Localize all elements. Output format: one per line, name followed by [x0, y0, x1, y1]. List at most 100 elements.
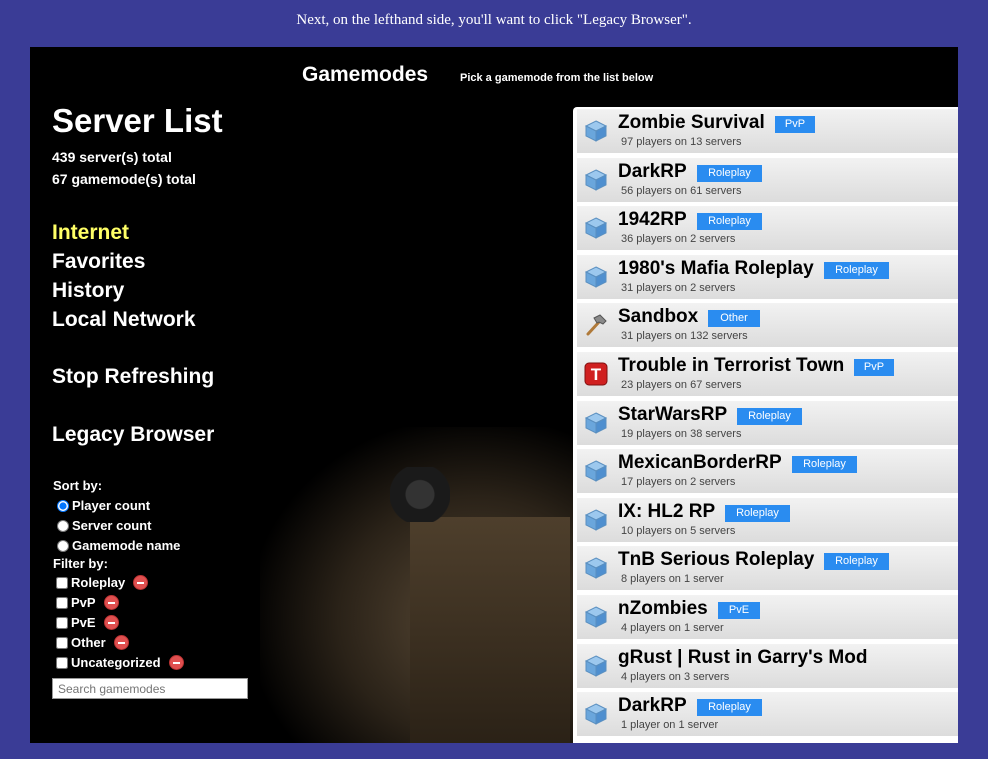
filter-pve-checkbox[interactable] — [56, 616, 68, 629]
gamemodes-total: 67 gamemode(s) total — [52, 171, 196, 187]
filter-pvp[interactable]: PvP — [56, 595, 119, 610]
gamemode-category-badge: Other — [708, 310, 760, 328]
sort-by-label: Sort by: — [53, 478, 103, 493]
legacy-browser-button[interactable]: Legacy Browser — [52, 423, 214, 447]
gamemode-category-badge: PvP — [775, 116, 815, 133]
hammer-icon — [584, 313, 608, 337]
cube-icon — [584, 265, 608, 289]
sort-player-count-radio[interactable] — [57, 499, 69, 512]
gamemode-row[interactable]: Zombie Survival 97 players on 13 servers P… — [577, 109, 958, 153]
gamemode-name: DarkRP — [618, 160, 687, 182]
gamemode-category-badge: Roleplay — [824, 553, 889, 571]
filter-uncategorized-checkbox[interactable] — [56, 656, 68, 669]
gamemodes-title: Gamemodes — [302, 63, 429, 86]
gamemode-player-count: 19 players on 38 servers — [621, 427, 742, 440]
gamemode-player-count: 56 players on 61 servers — [621, 184, 742, 197]
sort-gamemode-name-radio[interactable] — [57, 539, 69, 552]
cube-icon — [584, 168, 608, 192]
sort-server-count-radio[interactable] — [57, 519, 69, 532]
cube-icon — [584, 702, 608, 726]
gamemode-row[interactable]: gRust | Rust in Garry's Mod 4 players on … — [577, 643, 958, 688]
filter-pvp-checkbox[interactable] — [56, 596, 68, 609]
gamemode-name: DarkRP — [618, 695, 687, 717]
gamemode-player-count: 17 players on 2 servers — [621, 476, 736, 489]
cube-icon — [584, 459, 608, 483]
filter-roleplay-checkbox[interactable] — [56, 576, 68, 589]
gamemode-name: gRust | Rust in Garry's Mod — [618, 646, 868, 668]
nav-history[interactable]: History — [52, 279, 124, 303]
gamemode-row[interactable]: DarkRP 1 player on 1 server Roleplay — [577, 692, 958, 737]
gamemode-name: StarWarsRP — [618, 403, 728, 425]
gamemode-name: Zombie Survival — [618, 112, 765, 133]
server-browser-panel: Gamemodes Pick a gamemode from the list … — [30, 47, 958, 743]
gamemode-player-count: 1 player on 1 server — [621, 719, 719, 732]
sort-player-count[interactable]: Player count — [57, 498, 150, 513]
cube-icon — [584, 411, 608, 435]
gamemode-player-count: 97 players on 13 servers — [621, 136, 742, 148]
cube-icon — [584, 605, 608, 629]
exclude-icon[interactable] — [103, 595, 119, 610]
gamemode-player-count: 36 players on 2 servers — [621, 233, 736, 246]
filter-label: PvE — [71, 615, 96, 630]
gamemode-name: 1980's Mafia Roleplay — [618, 257, 814, 279]
gamemode-name: nZombies — [618, 598, 708, 619]
background-camera — [390, 467, 450, 522]
gamemode-row[interactable]: MexicanBorderRP 17 players on 2 servers Ro… — [577, 449, 958, 494]
exclude-icon[interactable] — [113, 635, 129, 650]
sort-option-label: Server count — [72, 518, 152, 533]
gamemode-row[interactable]: IX: HL2 RP 10 players on 5 servers Rolepla… — [577, 497, 958, 542]
servers-total: 439 server(s) total — [52, 149, 172, 165]
gamemode-category-badge: Roleplay — [697, 699, 762, 717]
gamemode-player-count: 10 players on 5 servers — [621, 524, 736, 537]
gamemode-name: MexicanBorderRP — [618, 452, 782, 474]
stop-refreshing-button[interactable]: Stop Refreshing — [52, 365, 214, 389]
filter-by-label: Filter by: — [53, 556, 108, 571]
exclude-icon[interactable] — [133, 575, 149, 590]
search-gamemodes-input[interactable] — [52, 678, 248, 699]
cube-icon — [584, 508, 608, 532]
nav-internet[interactable]: Internet — [52, 221, 129, 245]
cube-icon — [584, 119, 608, 143]
filter-other-checkbox[interactable] — [56, 636, 68, 649]
gamemode-category-badge: Roleplay — [697, 213, 762, 231]
filter-uncategorized[interactable]: Uncategorized — [56, 655, 184, 670]
gamemode-row[interactable]: 1980's Mafia Roleplay 31 players on 2 ser… — [577, 254, 958, 299]
nav-local-network[interactable]: Local Network — [52, 308, 196, 332]
cube-icon — [584, 216, 608, 240]
gamemodes-subtitle: Pick a gamemode from the list below — [460, 72, 654, 84]
filter-pve[interactable]: PvE — [56, 615, 119, 630]
gamemode-name: 1942RP — [618, 209, 687, 231]
svg-text:T: T — [591, 365, 602, 384]
gamemode-player-count: 31 players on 2 servers — [621, 281, 736, 294]
sort-option-label: Gamemode name — [72, 538, 181, 553]
exclude-icon[interactable] — [168, 655, 184, 670]
gamemode-row[interactable]: T Trouble in Terrorist Town 23 players on … — [577, 352, 958, 396]
filter-label: Other — [71, 635, 106, 650]
gamemode-row[interactable]: TnB Serious Roleplay 8 players on 1 serve… — [577, 546, 958, 591]
exclude-icon[interactable] — [103, 615, 119, 630]
sort-gamemode-name[interactable]: Gamemode name — [57, 538, 180, 553]
gamemode-category-badge: Roleplay — [725, 504, 790, 522]
filter-other[interactable]: Other — [56, 635, 129, 650]
gamemode-player-count: 4 players on 1 server — [621, 622, 724, 634]
filter-roleplay[interactable]: Roleplay — [56, 575, 149, 590]
gamemode-name: Trouble in Terrorist Town — [618, 355, 845, 376]
cube-icon — [584, 654, 608, 678]
nav-favorites[interactable]: Favorites — [52, 250, 145, 274]
gamemode-row[interactable]: DarkRP 56 players on 61 servers Roleplay — [577, 157, 958, 202]
gamemode-name: TnB Serious Roleplay — [618, 549, 815, 571]
sort-option-label: Player count — [72, 498, 151, 513]
sort-server-count[interactable]: Server count — [57, 518, 151, 533]
gamemode-player-count: 23 players on 67 servers — [621, 379, 742, 391]
gamemode-player-count: 8 players on 1 server — [621, 573, 724, 586]
gamemode-row[interactable]: nZombies 4 players on 1 server PvE — [577, 595, 958, 639]
gamemode-category-badge: PvE — [718, 602, 760, 619]
instruction-caption: Next, on the lefthand side, you'll want … — [296, 12, 692, 28]
cube-icon — [584, 556, 608, 580]
filter-label: Roleplay — [71, 575, 126, 590]
gamemode-row[interactable]: Sandbox 31 players on 132 servers Other — [577, 303, 958, 348]
gamemode-name: IX: HL2 RP — [618, 500, 716, 522]
gamemode-row[interactable]: 1942RP 36 players on 2 servers Roleplay — [577, 206, 958, 251]
gamemode-list: Zombie Survival 97 players on 13 servers P… — [573, 107, 958, 743]
gamemode-row[interactable]: StarWarsRP 19 players on 38 servers Rolepl… — [577, 400, 958, 445]
